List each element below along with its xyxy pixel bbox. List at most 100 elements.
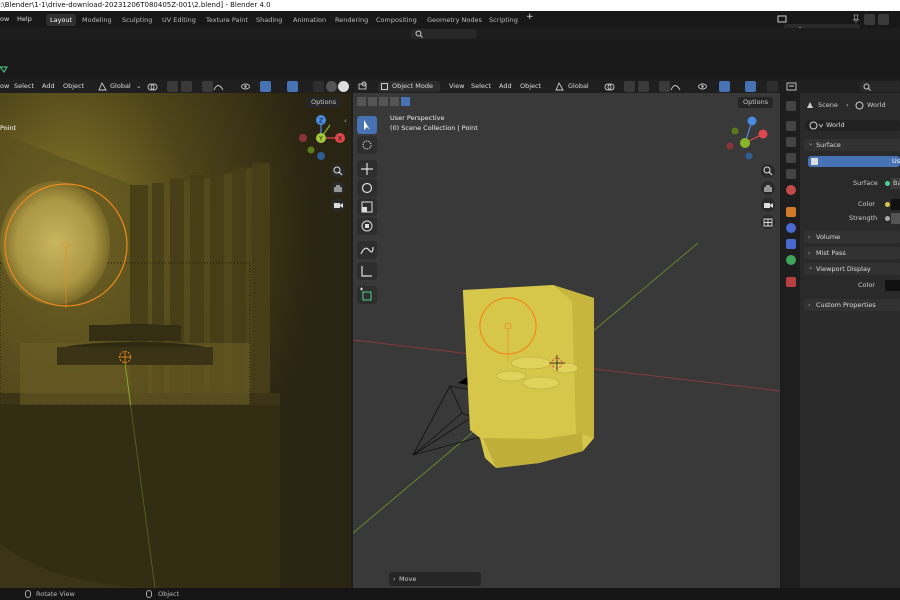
scale-tool[interactable] — [357, 198, 377, 216]
measure-tool[interactable] — [357, 262, 377, 280]
right-zoom-icon[interactable] — [761, 164, 775, 178]
right-navigation-gizmo[interactable] — [723, 113, 778, 163]
snap-target-icon[interactable] — [181, 81, 192, 92]
tool-tab-icon[interactable] — [786, 101, 796, 111]
right-3d-viewport[interactable]: Options User Perspective (0) Scene Colle… — [353, 93, 780, 588]
cursor-tool[interactable] — [357, 136, 377, 154]
tab-compositing[interactable]: Compositing — [372, 14, 421, 26]
surface-section-header[interactable]: Surface — [804, 137, 900, 151]
camera-view-icon[interactable] — [331, 198, 345, 212]
right-options-button[interactable]: Options — [738, 97, 774, 108]
right-menu-add[interactable]: Add — [499, 82, 512, 91]
right-menu-select[interactable]: Select — [471, 82, 491, 91]
falloff-curve-icon[interactable] — [213, 81, 224, 92]
filter-icon[interactable] — [0, 66, 8, 76]
render-tab-icon[interactable] — [786, 121, 796, 131]
tab-geometry-nodes[interactable]: Geometry Nodes — [423, 14, 486, 26]
left-menu-add[interactable]: Add — [42, 82, 55, 91]
properties-editor-icon[interactable] — [786, 81, 797, 92]
object-data-tab-icon[interactable] — [786, 255, 796, 265]
texture-tab-icon[interactable] — [786, 277, 796, 287]
left-3d-viewport[interactable]: Point Options Z X Y ‹ — [0, 93, 351, 588]
world-datablock-field[interactable]: World — [806, 120, 900, 131]
select-subtract-icon[interactable] — [379, 97, 388, 106]
breadcrumb-scene[interactable]: Scene — [818, 101, 838, 110]
tab-layout[interactable]: Layout — [46, 14, 77, 26]
output-tab-icon[interactable] — [786, 137, 796, 147]
view-layer-tab-icon[interactable] — [786, 153, 796, 163]
menu-help[interactable]: Help — [17, 14, 32, 25]
viewport-display-section-header[interactable]: Viewport Display — [804, 261, 900, 275]
visibility-eye-icon[interactable] — [240, 81, 251, 92]
last-operator-panel[interactable]: › Move — [389, 572, 481, 586]
grid-view-icon[interactable] — [761, 215, 775, 229]
overlay-toggle-icon[interactable] — [287, 81, 298, 92]
sidebar-toggle-icon[interactable]: ‹ — [344, 117, 347, 125]
use-nodes-button[interactable]: Use — [808, 156, 900, 167]
search-input[interactable] — [411, 29, 477, 39]
menu-window[interactable]: ow — [0, 14, 9, 25]
properties-search-input[interactable] — [860, 81, 900, 92]
right-camera-view-icon[interactable] — [761, 198, 775, 212]
select-new-icon[interactable] — [357, 97, 366, 106]
add-workspace-button[interactable]: + — [526, 12, 534, 23]
left-menu-object[interactable]: Object — [63, 82, 84, 91]
tab-texture-paint[interactable]: Texture Paint — [202, 14, 252, 26]
color-swatch[interactable] — [891, 199, 900, 210]
custom-properties-section-header[interactable]: Custom Properties — [804, 299, 900, 311]
rotate-tool[interactable] — [357, 179, 377, 197]
world-tab-icon[interactable] — [786, 185, 796, 195]
left-orientation-dropdown[interactable]: Global — [110, 82, 131, 91]
object-mode-dropdown[interactable]: Object Mode — [378, 81, 440, 92]
select-box-tool[interactable] — [357, 116, 377, 134]
add-cube-tool[interactable] — [357, 286, 377, 304]
transform-orientation-icon[interactable] — [97, 81, 108, 92]
right-transform-orientation-icon[interactable] — [554, 81, 565, 92]
select-intersect-icon[interactable] — [401, 97, 410, 106]
tab-scripting[interactable]: Scripting — [485, 14, 522, 26]
surface-shader-field[interactable]: Ba — [891, 178, 900, 189]
right-proportional-edit-icon[interactable] — [659, 81, 670, 92]
right-menu-object[interactable]: Object — [520, 82, 541, 91]
tab-sculpting[interactable]: Sculpting — [118, 14, 156, 26]
left-options-button[interactable]: Options — [306, 97, 342, 108]
physics-tab-icon[interactable] — [786, 223, 796, 233]
left-navigation-gizmo[interactable]: Z X Y — [296, 113, 351, 163]
right-pan-hand-icon[interactable] — [761, 181, 775, 195]
tab-shading[interactable]: Shading — [252, 14, 286, 26]
scene-tab-icon[interactable] — [786, 169, 796, 179]
mist-pass-section-header[interactable]: Mist Pass — [804, 247, 900, 259]
right-gizmo-toggle-icon[interactable] — [719, 81, 730, 92]
pin-icon[interactable] — [852, 14, 860, 24]
solid-shading-icon[interactable] — [326, 81, 337, 92]
delete-scene-icon[interactable] — [878, 14, 889, 25]
new-scene-icon[interactable] — [864, 14, 875, 25]
constraints-tab-icon[interactable] — [786, 239, 796, 249]
right-visibility-eye-icon[interactable] — [697, 81, 708, 92]
right-snap-icon[interactable] — [624, 81, 635, 92]
tab-uv-editing[interactable]: UV Editing — [158, 14, 200, 26]
annotate-tool[interactable] — [357, 241, 377, 259]
chevron-down-icon[interactable]: ⌄ — [136, 82, 141, 91]
move-tool[interactable] — [357, 160, 377, 178]
right-orientation-dropdown[interactable]: Global — [568, 82, 589, 91]
editor-type-icon[interactable] — [358, 81, 369, 92]
left-menu-view[interactable]: ow — [0, 82, 9, 91]
selection-mode-group[interactable] — [357, 96, 411, 107]
select-invert-icon[interactable] — [390, 97, 399, 106]
material-shading-icon[interactable] — [338, 81, 349, 92]
right-falloff-curve-icon[interactable] — [670, 81, 681, 92]
object-tab-icon[interactable] — [786, 207, 796, 217]
right-overlay-toggle-icon[interactable] — [745, 81, 756, 92]
select-extend-icon[interactable] — [368, 97, 377, 106]
pivot-point-icon[interactable] — [147, 81, 158, 92]
transform-tool[interactable] — [357, 217, 377, 235]
snap-icon[interactable] — [167, 81, 178, 92]
right-snap-target-icon[interactable] — [638, 81, 649, 92]
xray-toggle-icon[interactable] — [313, 81, 324, 92]
zoom-icon[interactable] — [331, 164, 345, 178]
tab-modeling[interactable]: Modeling — [78, 14, 116, 26]
breadcrumb-world[interactable]: World — [867, 101, 886, 110]
volume-section-header[interactable]: Volume — [804, 231, 900, 243]
left-menu-select[interactable]: Select — [14, 82, 34, 91]
